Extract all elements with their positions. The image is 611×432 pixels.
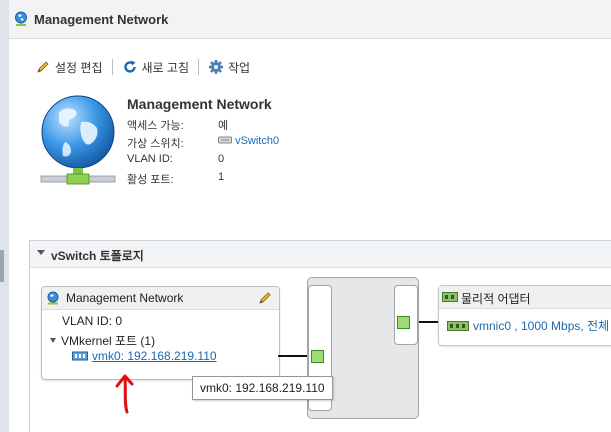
toolbar: 설정 편집 새로 고침 작업 [35, 58, 250, 76]
uplink-port-icon [397, 316, 410, 329]
vlan-label: VLAN ID: [127, 153, 173, 165]
red-arrow-annotation [115, 374, 134, 414]
port-group-port-icon [311, 350, 324, 363]
active-ports-value: 1 [218, 171, 225, 183]
switch-icon [218, 136, 232, 144]
port-group-card: Management Network VLAN ID: 0 VMkernel 포… [41, 286, 280, 380]
gear-icon [209, 60, 223, 74]
vmkernel-ports-toggle[interactable]: VMkernel 포트 (1) [50, 332, 155, 349]
actions-button[interactable]: 작업 [208, 59, 250, 76]
vmnic0-label: vmnic0 , 1000 Mbps, 전체 [473, 319, 610, 333]
vmkernel-ports-label: VMkernel 포트 (1) [61, 334, 156, 348]
port-group-header: Management Network [42, 287, 279, 310]
toolbar-divider [111, 59, 113, 75]
vswitch-value: vSwitch0 [235, 135, 280, 147]
management-network-panel: Management Network 설정 편집 새로 고침 작업 Manage… [9, 0, 611, 432]
accessible-label: 액세스 가능: [127, 120, 184, 132]
network-globe-icon [40, 95, 116, 185]
vmnic0-entry[interactable]: vmnic0 , 1000 Mbps, 전체 [447, 317, 609, 334]
scroll-marker [0, 250, 4, 282]
pencil-icon[interactable] [257, 290, 273, 306]
network-globe-icon [47, 291, 59, 305]
vlan-value: 0 [218, 153, 225, 165]
toolbar-divider [198, 59, 199, 75]
active-ports-label: 활성 포트: [127, 174, 174, 186]
topology-header[interactable]: vSwitch 토폴로지 [30, 241, 611, 268]
info-row-accessible: 액세스 가능: 예 [127, 117, 228, 133]
network-title: Management Network [127, 96, 272, 112]
refresh-icon [123, 60, 136, 73]
collapse-arrow-icon [37, 250, 45, 255]
nic-icon [447, 320, 469, 331]
edit-settings-label: 설정 편집 [55, 60, 103, 75]
refresh-label: 새로 고침 [141, 60, 190, 75]
physical-adapters-title: 물리적 어댑터 [461, 292, 531, 306]
title-bar: Management Network [9, 0, 611, 39]
uplink-port-slot [394, 285, 418, 345]
vswitch-link[interactable]: vSwitch0 [218, 135, 279, 147]
refresh-button[interactable]: 새로 고침 [122, 59, 190, 76]
accessible-value: 예 [218, 120, 229, 132]
vmk0-entry[interactable]: vmk0: 192.168.219.110 [72, 349, 217, 363]
nic-icon [442, 292, 458, 302]
vmk0-link: vmk0: 192.168.219.110 [92, 349, 217, 363]
physical-adapters-card: 물리적 어댑터 vmnic0 , 1000 Mbps, 전체 [438, 285, 611, 346]
expand-arrow-icon [50, 338, 56, 343]
window-title: Management Network [34, 12, 169, 27]
vswitch-label: 가상 스위치: [127, 138, 184, 150]
physical-adapters-header: 물리적 어댑터 [439, 286, 611, 309]
edit-settings-button[interactable]: 설정 편집 [35, 59, 103, 76]
info-row-vswitch: 가상 스위치: vSwitch0 [127, 135, 279, 151]
actions-label: 작업 [228, 60, 251, 75]
port-group-title: Management Network [66, 291, 184, 305]
port-group-vlan: VLAN ID: 0 [62, 314, 123, 328]
topology-title: vSwitch 토폴로지 [51, 249, 144, 263]
info-row-vlan: VLAN ID: 0 [127, 153, 224, 165]
pencil-icon [37, 61, 49, 73]
vmkernel-adapter-icon [72, 351, 88, 361]
info-row-active-ports: 활성 포트: 1 [127, 171, 224, 187]
network-globe-icon [15, 11, 27, 26]
vmk0-tooltip: vmk0: 192.168.219.110 [192, 376, 333, 400]
